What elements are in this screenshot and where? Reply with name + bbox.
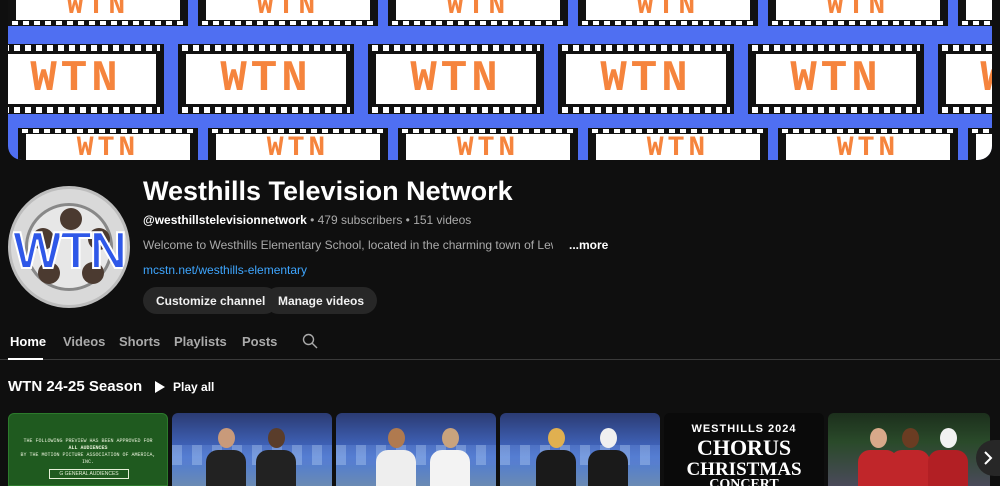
person-figure <box>588 428 628 486</box>
video-thumbnail[interactable] <box>828 413 990 486</box>
channel-meta: @westhillstelevisionnetwork • 479 subscr… <box>143 213 471 227</box>
tab-videos[interactable]: Videos <box>63 334 105 349</box>
tab-shorts[interactable]: Shorts <box>119 334 160 349</box>
video-thumbnail[interactable] <box>500 413 660 486</box>
person-figure <box>376 428 416 486</box>
manage-videos-button[interactable]: Manage videos <box>265 287 378 314</box>
thumbnail-text: CONCERT <box>709 477 779 486</box>
search-icon[interactable] <box>302 333 318 349</box>
active-tab-indicator <box>8 358 43 360</box>
customize-channel-button[interactable]: Customize channel <box>143 287 279 314</box>
person-figure <box>206 428 246 486</box>
channel-banner: WTN WTN WTN WTN WTN WTN WTN WTN WTN WTN … <box>8 0 992 160</box>
tab-playlists[interactable]: Playlists <box>174 334 227 349</box>
play-icon <box>155 381 165 393</box>
thumbnail-text: CHORUS <box>696 435 792 460</box>
thumbnail-text: THE FOLLOWING PREVIEW HAS BEEN APPROVED … <box>20 438 156 465</box>
person-figure <box>256 428 296 486</box>
avatar-logo-text: WTN <box>12 221 127 281</box>
more-link[interactable]: ...more <box>569 238 608 252</box>
rating-badge: G GENERAL AUDIENCES <box>49 469 129 479</box>
video-thumbnail[interactable]: THE FOLLOWING PREVIEW HAS BEEN APPROVED … <box>8 413 168 486</box>
tab-home[interactable]: Home <box>10 334 46 349</box>
channel-stats: • 479 subscribers • 151 videos <box>306 213 472 227</box>
video-thumbnail[interactable]: WESTHILLS 2024 CHORUS CHRISTMAS CONCERT <box>664 413 824 486</box>
tab-posts[interactable]: Posts <box>242 334 277 349</box>
channel-link[interactable]: mcstn.net/westhills-elementary <box>143 263 307 277</box>
film-strip-bottom: WTN WTN WTN WTN WTN WTN <box>18 128 992 160</box>
person-figure <box>430 428 470 486</box>
film-strip-top: WTN WTN WTN WTN WTN WTN <box>8 0 992 26</box>
channel-name: Westhills Television Network <box>143 176 513 206</box>
playlist-section-title[interactable]: WTN 24-25 Season <box>8 378 142 395</box>
channel-tabs: Home Videos Shorts Playlists Posts <box>0 324 1000 360</box>
play-all-button[interactable]: Play all <box>155 376 214 398</box>
film-strip-middle: WTN WTN WTN WTN WTN WTN <box>8 44 992 114</box>
person-figure <box>890 428 930 486</box>
channel-avatar[interactable]: WTN <box>8 186 130 308</box>
person-figure <box>928 428 968 486</box>
channel-description[interactable]: Welcome to Westhills Elementary School, … <box>143 238 553 252</box>
video-thumbnail[interactable] <box>336 413 496 486</box>
play-all-label: Play all <box>173 380 215 394</box>
channel-handle: @westhillstelevisionnetwork <box>143 213 307 227</box>
video-thumbnail[interactable] <box>172 413 332 486</box>
person-figure <box>536 428 576 486</box>
chevron-right-icon <box>984 451 993 465</box>
thumbnail-text: WESTHILLS 2024 <box>691 423 797 435</box>
